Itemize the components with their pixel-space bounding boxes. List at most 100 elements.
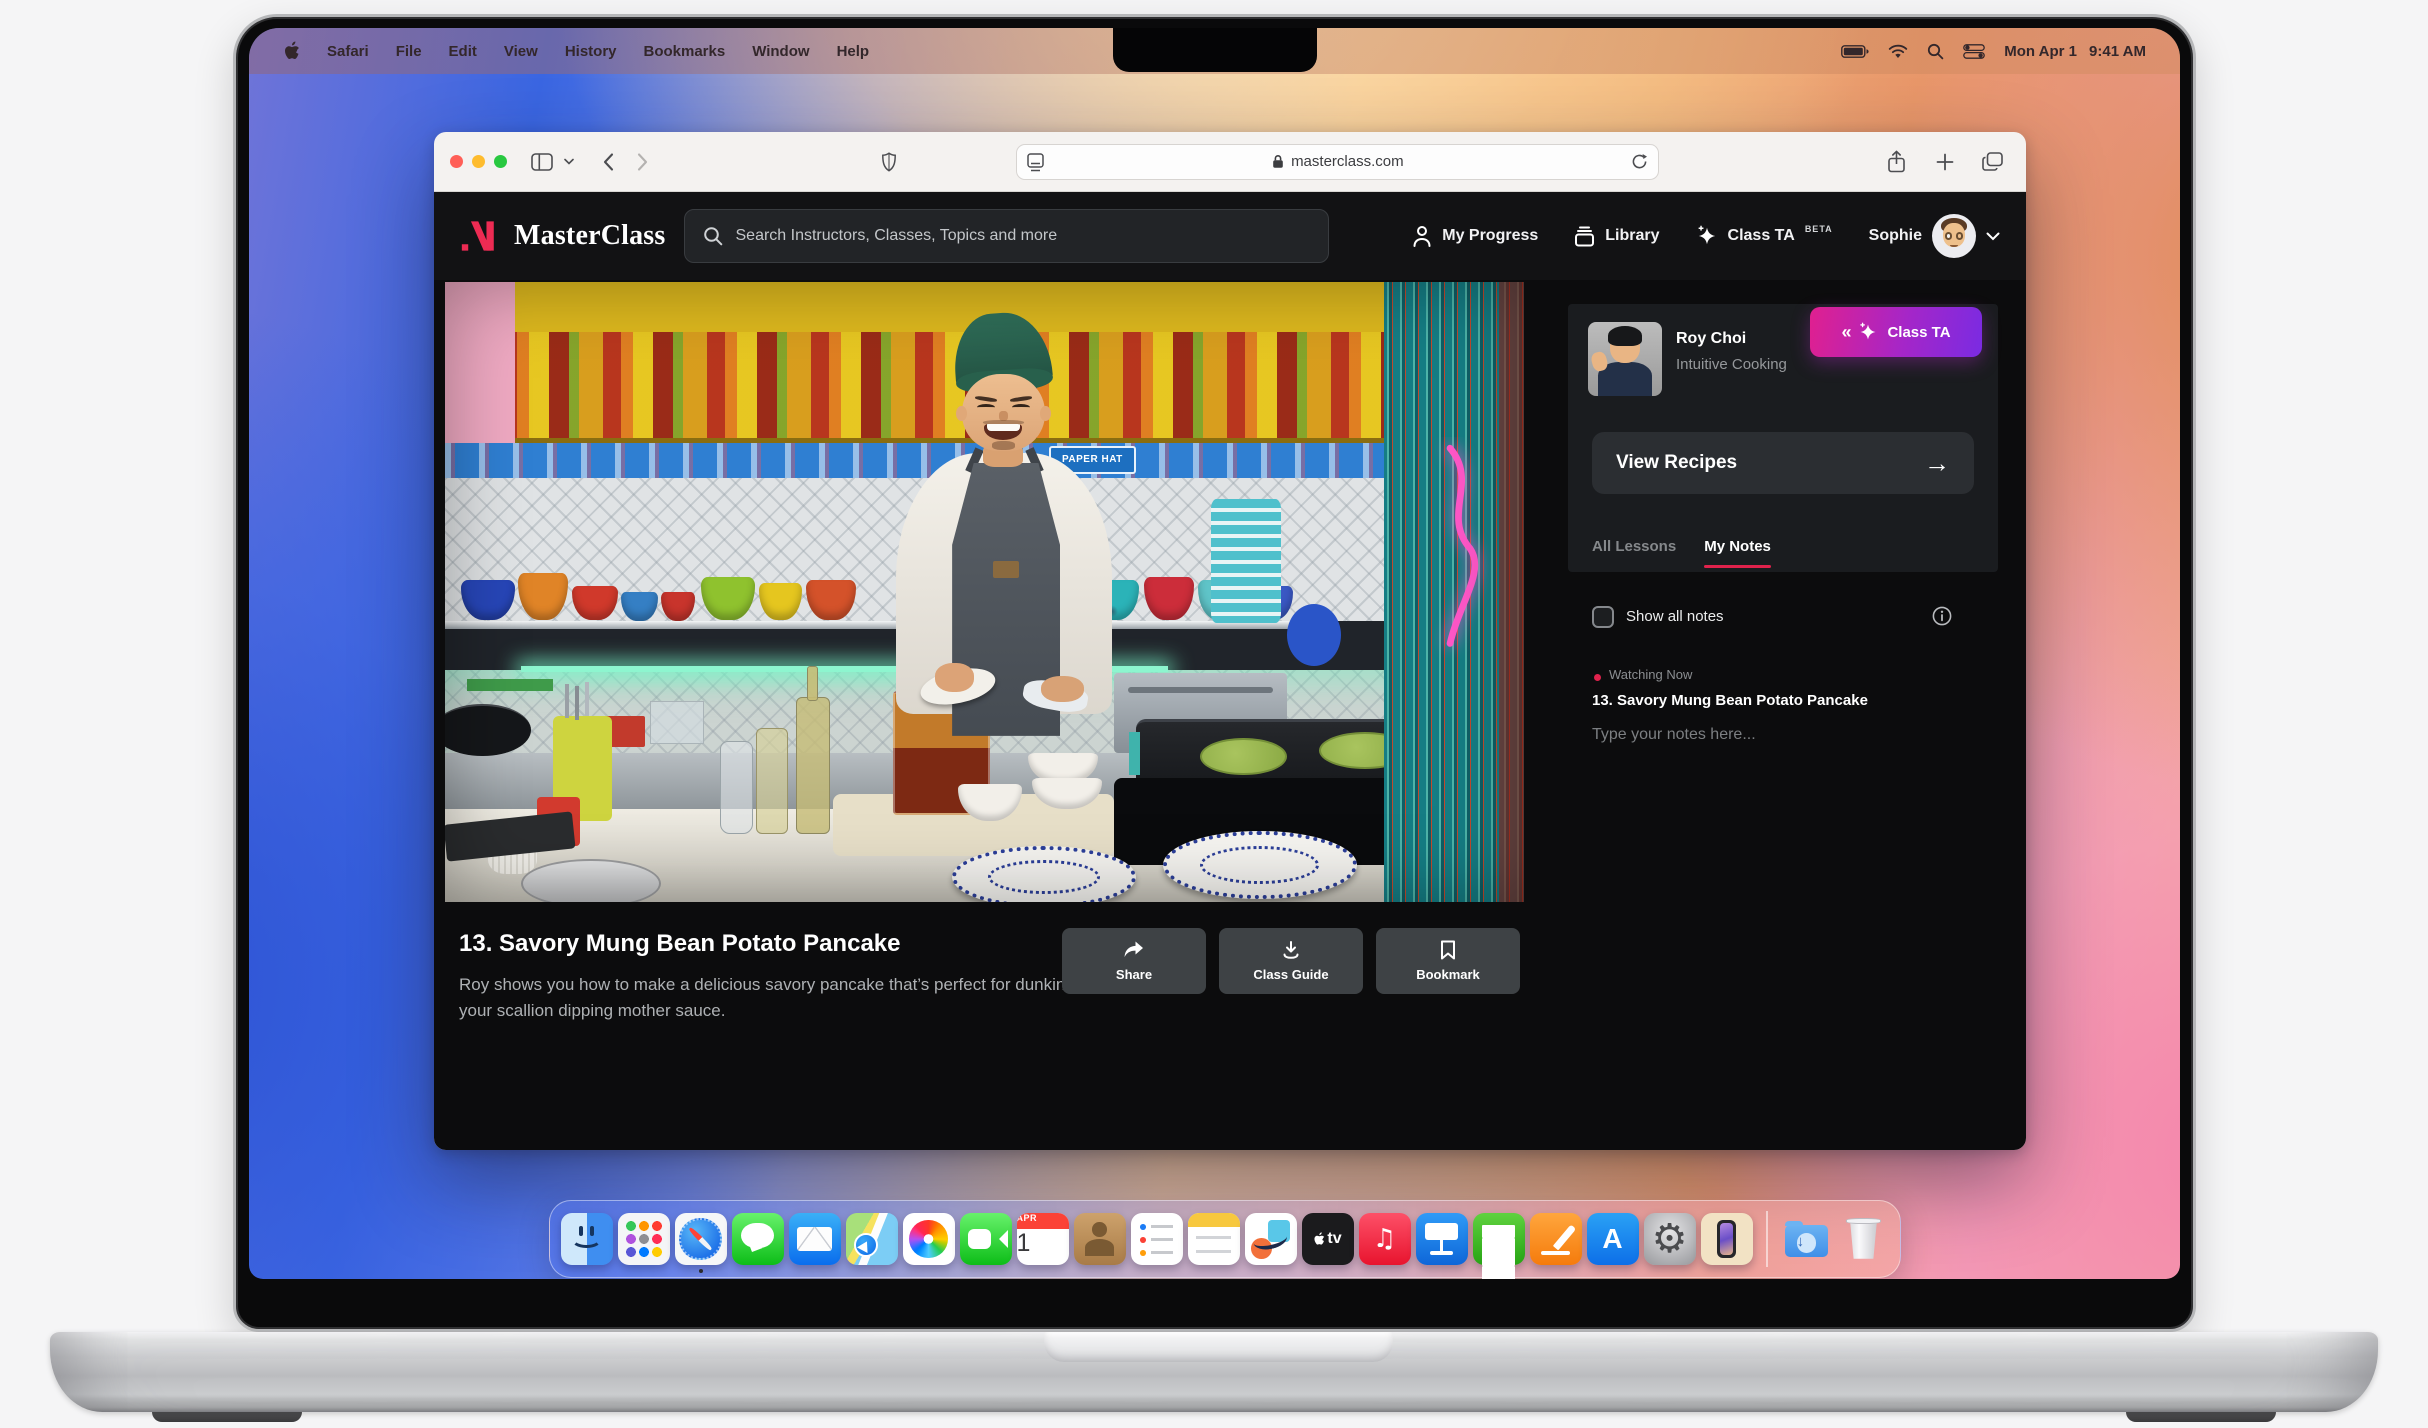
dock-icon-iphone[interactable] [1701, 1213, 1753, 1265]
dock-icon-freeform[interactable] [1245, 1213, 1297, 1265]
library-icon [1574, 226, 1595, 247]
dock-icon-safari[interactable] [675, 1213, 727, 1265]
menu-item-view[interactable]: View [504, 43, 538, 60]
minimize-window-button[interactable] [472, 155, 485, 168]
lock-icon [1272, 154, 1284, 169]
share-button[interactable]: Share [1062, 928, 1206, 994]
zoom-window-button[interactable] [494, 155, 507, 168]
nav-class-ta-label: Class TA [1728, 227, 1795, 245]
bookmark-label: Bookmark [1416, 967, 1480, 982]
dock-icon-photos[interactable] [903, 1213, 955, 1265]
lid-scoop [1044, 1332, 1393, 1362]
view-recipes-button[interactable]: View Recipes → [1592, 432, 1974, 494]
lesson-video[interactable]: PAPER HAT [445, 282, 1524, 902]
sparkle-icon [1696, 225, 1718, 247]
masterclass-logo-mark [460, 217, 502, 255]
current-lesson-title: 13. Savory Mung Bean Potato Pancake [1592, 692, 1868, 709]
tab-all-lessons[interactable]: All Lessons [1592, 538, 1676, 555]
dock-icon-calendar[interactable]: APR1 [1017, 1213, 1069, 1265]
user-name: Sophie [1869, 227, 1922, 245]
lesson-title: 13. Savory Mung Bean Potato Pancake [459, 930, 900, 958]
bookmark-button[interactable]: Bookmark [1376, 928, 1520, 994]
nav-my-progress[interactable]: My Progress [1412, 225, 1538, 247]
dock-icon-settings[interactable]: ⚙ [1644, 1213, 1696, 1265]
masterclass-logo[interactable]: MasterClass [460, 217, 666, 255]
macbook-base [50, 1332, 2378, 1412]
class-ta-button[interactable]: « Class TA [1810, 307, 1982, 357]
class-guide-button[interactable]: Class Guide [1219, 928, 1363, 994]
dock-icon-downloads[interactable]: ↓ [1781, 1213, 1833, 1265]
menu-clock[interactable]: Mon Apr 1 9:41 AM [2004, 43, 2146, 60]
chevron-down-icon [1986, 232, 2000, 241]
dock-icon-contacts[interactable] [1074, 1213, 1126, 1265]
dock-icon-finder[interactable] [561, 1213, 613, 1265]
forward-icon[interactable] [625, 145, 659, 179]
arrow-right-icon: → [1924, 448, 1950, 479]
chevron-down-icon[interactable] [559, 145, 579, 179]
dock-icon-launchpad[interactable] [618, 1213, 670, 1265]
search-input[interactable] [736, 227, 1310, 245]
instructor-class-title: Intuitive Cooking [1676, 356, 1787, 373]
site-header: MasterClass [434, 192, 2026, 280]
share-label: Share [1116, 967, 1152, 982]
masterclass-page: MasterClass [434, 192, 2026, 1150]
dock-icon-numbers[interactable] [1473, 1213, 1525, 1265]
watching-now-label: Watching Now [1609, 667, 1692, 682]
dock-icon-keynote[interactable] [1416, 1213, 1468, 1265]
nav-class-ta[interactable]: Class TA BETA [1696, 225, 1833, 247]
account-menu[interactable]: Sophie [1869, 214, 2000, 258]
battery-icon[interactable] [1841, 45, 1869, 58]
display-notch [1113, 28, 1317, 72]
dock-icon-appletv[interactable]: tv [1302, 1213, 1354, 1265]
share-icon[interactable] [1880, 145, 1914, 179]
shield-icon[interactable] [872, 145, 906, 179]
spotlight-icon[interactable] [1927, 43, 1944, 60]
menu-item-help[interactable]: Help [837, 43, 870, 60]
sidebar-icon[interactable] [525, 145, 559, 179]
dock-icon-mail[interactable] [789, 1213, 841, 1265]
show-all-notes-checkbox[interactable] [1592, 606, 1614, 628]
dock-icon-pages[interactable] [1530, 1213, 1582, 1265]
dock-icon-facetime[interactable] [960, 1213, 1012, 1265]
dock-icon-reminders[interactable] [1131, 1213, 1183, 1265]
collapse-icon: « [1841, 322, 1849, 343]
instructor-name: Roy Choi [1676, 330, 1746, 348]
dock-icon-trash[interactable] [1838, 1213, 1890, 1265]
address-bar[interactable]: masterclass.com [1016, 144, 1659, 180]
back-icon[interactable] [591, 145, 625, 179]
class-ta-button-label: Class TA [1887, 324, 1950, 341]
dock-icon-messages[interactable] [732, 1213, 784, 1265]
info-icon[interactable] [1932, 606, 1952, 626]
apple-menu-icon[interactable] [283, 41, 300, 61]
new-tab-icon[interactable] [1928, 145, 1962, 179]
dock-icon-notes[interactable] [1188, 1213, 1240, 1265]
search-icon [703, 226, 723, 246]
nav-library[interactable]: Library [1574, 226, 1659, 247]
reader-icon[interactable] [1027, 153, 1044, 172]
stage: Safari File Edit View History Bookmarks … [0, 0, 2428, 1428]
menu-item-window[interactable]: Window [752, 43, 809, 60]
url-text: masterclass.com [1291, 153, 1404, 170]
watching-now-dot [1594, 674, 1601, 681]
macbook-lid: Safari File Edit View History Bookmarks … [233, 14, 2196, 1332]
reload-icon[interactable] [1631, 153, 1648, 170]
dock-separator [1766, 1211, 1768, 1267]
site-search[interactable] [684, 209, 1329, 263]
dock-icon-appstore[interactable]: A [1587, 1213, 1639, 1265]
dock-icon-music[interactable]: ♫ [1359, 1213, 1411, 1265]
download-icon [1281, 940, 1301, 960]
menu-item-file[interactable]: File [396, 43, 422, 60]
nav-my-progress-label: My Progress [1442, 227, 1538, 245]
tab-overview-icon[interactable] [1976, 145, 2010, 179]
dock-icon-maps[interactable] [846, 1213, 898, 1265]
close-window-button[interactable] [450, 155, 463, 168]
menu-item-bookmarks[interactable]: Bookmarks [644, 43, 726, 60]
sparkle-icon [1858, 322, 1878, 342]
menu-item-safari[interactable]: Safari [327, 43, 369, 60]
tab-my-notes[interactable]: My Notes [1704, 538, 1771, 555]
menu-item-history[interactable]: History [565, 43, 617, 60]
wifi-icon[interactable] [1888, 44, 1908, 59]
menu-item-edit[interactable]: Edit [449, 43, 477, 60]
control-center-icon[interactable] [1963, 44, 1985, 59]
notes-input[interactable] [1592, 726, 1972, 786]
